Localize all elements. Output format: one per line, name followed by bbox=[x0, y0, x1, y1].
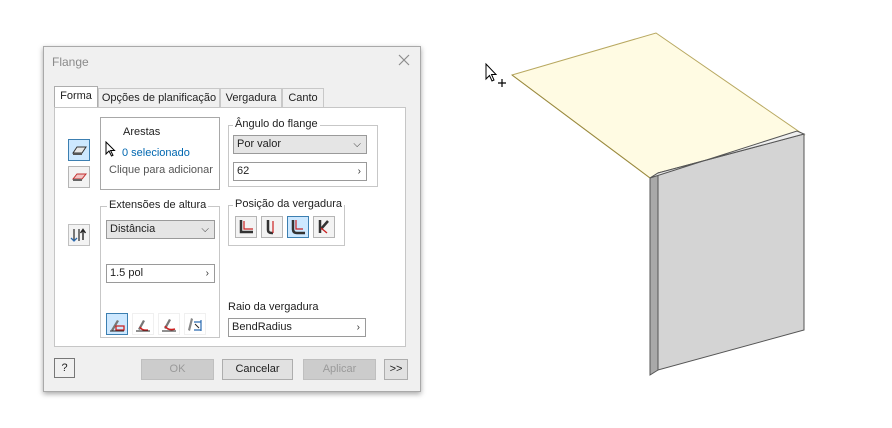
cursor-select-icon bbox=[485, 62, 506, 87]
flange-side-face bbox=[649, 172, 659, 376]
sheet-metal-part bbox=[510, 32, 806, 376]
model-viewport[interactable] bbox=[0, 0, 892, 428]
flange-front-face bbox=[657, 133, 805, 371]
